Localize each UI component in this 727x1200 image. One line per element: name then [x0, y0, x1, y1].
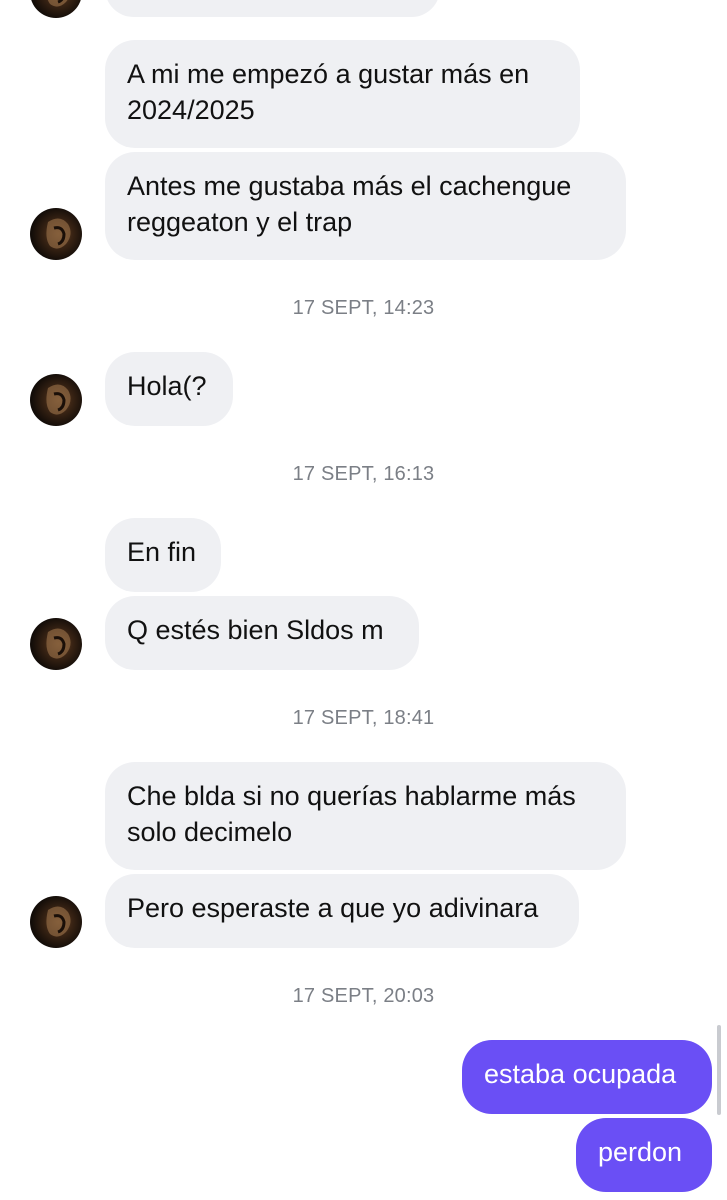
message-text: Che blda si no querías hablarme más	[127, 781, 576, 811]
contact-avatar[interactable]	[30, 374, 82, 426]
message-bubble: Che blda si no querías hablarme más solo…	[105, 762, 626, 870]
message-text: Q estés bien Sldos m	[127, 615, 384, 645]
message-bubble: Q estés bien Sldos m	[105, 596, 419, 670]
message-bubble: A mi me empezó a gustar más en 2024/2025	[105, 40, 580, 148]
chat-thread: A mi me empezó a gustar más en 2024/2025…	[0, 0, 727, 1200]
message-bubble-clipped	[105, 0, 440, 17]
timestamp: 17 SEPT, 16:13	[292, 463, 435, 485]
contact-avatar[interactable]	[30, 208, 82, 260]
message-text: estaba ocupada	[484, 1059, 677, 1089]
message-text: 2024/2025	[127, 95, 255, 125]
message-text: A mi me empezó a gustar más en	[127, 59, 530, 89]
message-text: Hola(?	[127, 371, 207, 401]
outgoing-message-bubble: perdon	[576, 1118, 712, 1192]
message-bubble: Antes me gustaba más el cachengue reggea…	[105, 152, 626, 260]
message-bubble: Hola(?	[105, 352, 233, 426]
message-text: Pero esperaste a que yo adivinara	[127, 893, 539, 923]
message-bubble: En fin	[105, 518, 221, 592]
message-text: reggeaton y el trap	[127, 207, 353, 237]
contact-avatar[interactable]	[30, 896, 82, 948]
message-text: Antes me gustaba más el cachengue	[127, 171, 572, 201]
timestamp: 17 SEPT, 14:23	[292, 297, 435, 319]
scrollbar[interactable]	[717, 1025, 721, 1115]
timestamp: 17 SEPT, 20:03	[292, 985, 435, 1007]
message-text: perdon	[598, 1137, 683, 1167]
contact-avatar[interactable]	[30, 618, 82, 670]
message-bubble: Pero esperaste a que yo adivinara	[105, 874, 579, 948]
timestamp: 17 SEPT, 18:41	[292, 707, 435, 729]
outgoing-message-bubble: estaba ocupada	[462, 1040, 712, 1114]
contact-avatar[interactable]	[30, 0, 82, 18]
message-text: En fin	[127, 537, 197, 567]
message-text: solo decimelo	[127, 817, 293, 847]
